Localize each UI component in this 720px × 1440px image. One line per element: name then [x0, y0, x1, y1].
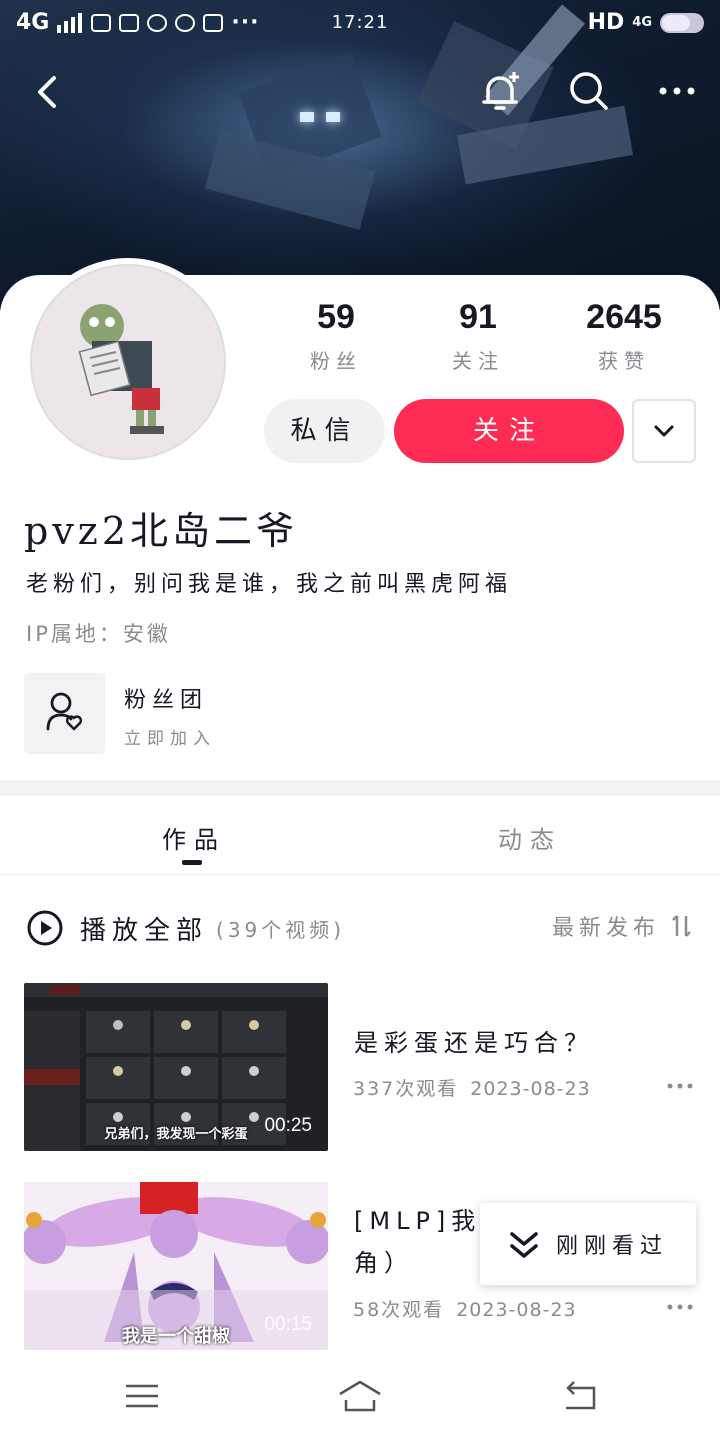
stat-following[interactable]: 91 关注	[408, 298, 548, 374]
section-divider	[0, 780, 720, 796]
video-date: 2023-08-23	[470, 1078, 591, 1100]
video-count: (39个视频)	[216, 917, 346, 942]
video-meta: 337次观看 2023-08-23	[353, 1074, 591, 1101]
home-icon[interactable]	[336, 1378, 384, 1414]
tab-works[interactable]: 作品	[162, 820, 226, 855]
video-meta: 58次观看 2023-08-23	[353, 1295, 577, 1322]
zombie-avatar-image	[30, 264, 226, 460]
sort-button[interactable]: 最新发布	[552, 910, 694, 942]
network-4g-indicator: 4G	[632, 15, 652, 30]
hd-indicator: HD	[587, 10, 625, 35]
message-button[interactable]: 私信	[264, 399, 385, 463]
menu-icon[interactable]	[122, 1378, 162, 1414]
search-icon[interactable]	[566, 68, 612, 114]
tab-divider	[0, 874, 720, 875]
likes-label: 获赞	[598, 349, 650, 373]
top-navigation	[0, 62, 720, 122]
following-count: 91	[459, 298, 497, 336]
fan-group-join[interactable]: 立即加入	[124, 724, 216, 749]
video-views: 337次观看	[353, 1078, 459, 1100]
user-heart-icon	[46, 692, 83, 731]
follow-button[interactable]: 关注	[394, 399, 624, 463]
more-options-icon[interactable]	[652, 68, 702, 114]
followers-label: 粉丝	[310, 349, 362, 373]
status-bar: 4G ··· 17:21 HD 4G	[0, 0, 720, 48]
double-chevron-down-icon	[510, 1232, 538, 1258]
play-all-label: 播放全部	[80, 915, 209, 946]
battery-icon	[660, 12, 704, 33]
video-views: 58次观看	[353, 1299, 445, 1321]
play-circle-icon	[27, 910, 63, 946]
video-duration: 00:15	[264, 1314, 312, 1335]
stat-followers[interactable]: 59 粉丝	[266, 298, 406, 374]
video-thumbnail[interactable]: 我是一个甜椒 00:15	[24, 1182, 328, 1350]
username: pvz2北岛二爷	[24, 509, 298, 553]
fan-group-title[interactable]: 粉丝团	[124, 682, 208, 714]
sort-arrows-icon	[672, 915, 691, 937]
recommend-dropdown-button[interactable]	[632, 399, 696, 463]
recently-viewed-toast[interactable]: 刚刚看过	[480, 1203, 696, 1285]
stat-likes[interactable]: 2645 获赞	[554, 298, 694, 374]
back-icon[interactable]	[26, 70, 70, 114]
followers-count: 59	[317, 298, 355, 336]
video-date: 2023-08-23	[456, 1299, 577, 1321]
notification-bell-icon[interactable]	[478, 68, 524, 114]
system-navigation-bar	[0, 1350, 720, 1440]
video-title[interactable]: 是彩蛋还是巧合？	[354, 1022, 594, 1064]
likes-count: 2645	[586, 298, 662, 336]
tab-active-indicator	[182, 860, 202, 865]
ip-location: IP属地：安徽	[26, 622, 171, 646]
sort-label: 最新发布	[551, 916, 660, 941]
avatar[interactable]	[24, 258, 232, 466]
back-nav-icon[interactable]	[560, 1378, 600, 1414]
recently-viewed-label: 刚刚看过	[556, 1234, 669, 1259]
video-more-icon[interactable]	[664, 1295, 696, 1319]
video-thumbnail[interactable]: 兄弟们，我发现一个彩蛋 00:25	[24, 983, 328, 1151]
play-all-button[interactable]: 播放全部 (39个视频)	[26, 909, 345, 947]
video-more-icon[interactable]	[664, 1074, 696, 1098]
bio: 老粉们，别问我是谁，我之前叫黑虎阿福	[26, 572, 513, 597]
tab-dynamics[interactable]: 动态	[498, 820, 562, 855]
following-label: 关注	[452, 349, 504, 373]
video-duration: 00:25	[264, 1115, 312, 1136]
fan-group-button[interactable]	[24, 673, 105, 754]
chevron-down-icon	[654, 425, 674, 437]
